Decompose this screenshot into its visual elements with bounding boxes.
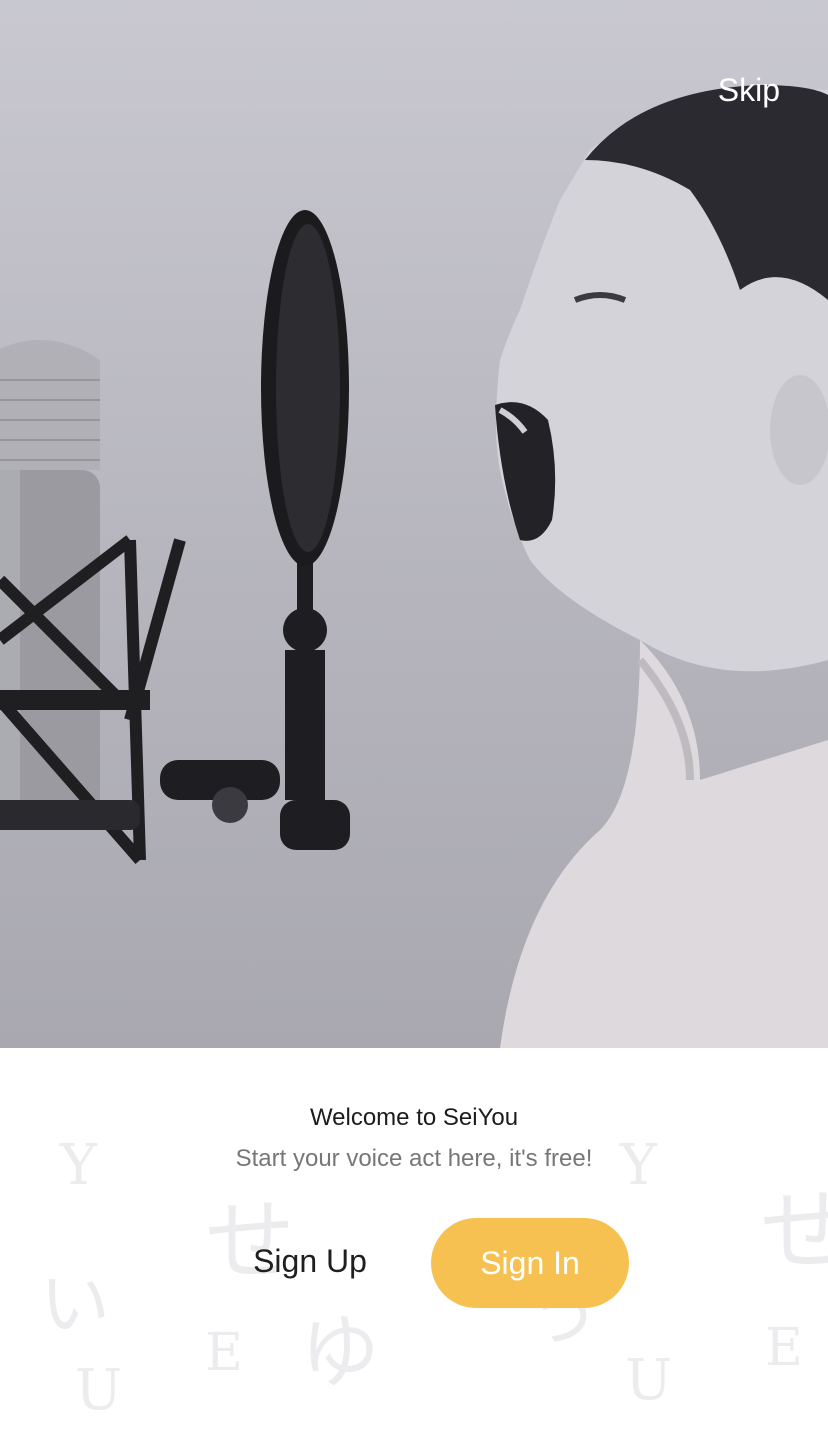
- sign-up-button[interactable]: Sign Up: [230, 1243, 390, 1280]
- pattern-glyph: E: [205, 1323, 243, 1383]
- pattern-glyph: U: [75, 1358, 123, 1423]
- pattern-glyph: U: [625, 1348, 673, 1413]
- welcome-title: Welcome to SeiYou: [309, 1104, 519, 1131]
- microphone-grille: [0, 340, 100, 470]
- sign-in-button[interactable]: Sign In: [431, 1218, 629, 1308]
- person-mouth: [495, 402, 556, 541]
- hero-photo: Skip: [0, 0, 828, 1048]
- pattern-glyph: ゆ: [300, 1306, 380, 1399]
- welcome-panel: Y せ い ゆ う E U Y せ U E Welcome to SeiYou …: [0, 1048, 828, 1440]
- skip-button[interactable]: Skip: [718, 72, 780, 109]
- welcome-subtitle: Start your voice act here, it's free!: [235, 1145, 593, 1172]
- pop-filter-stand: [285, 650, 325, 800]
- pattern-glyph: E: [765, 1318, 803, 1378]
- pattern-glyph: い: [40, 1263, 110, 1345]
- pattern-glyph: せ: [760, 1179, 828, 1284]
- hero-illustration: [0, 85, 828, 1048]
